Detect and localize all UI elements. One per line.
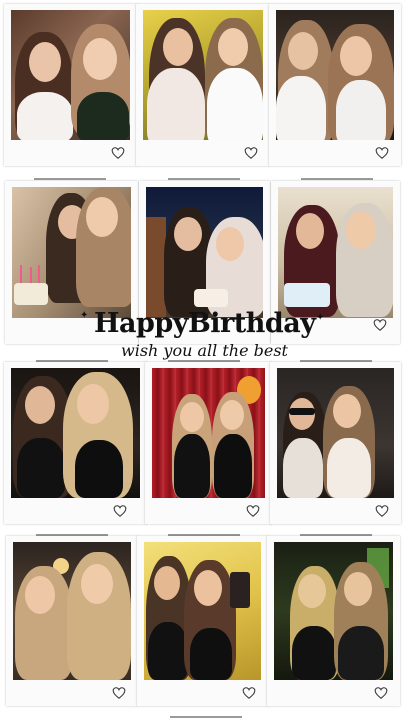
greeting-title: HappyBirthday bbox=[94, 308, 316, 339]
sparkle-icon: ✦ bbox=[80, 310, 89, 321]
photo-mirror-selfie-sunglasses bbox=[277, 368, 394, 498]
photo-black-outfits-dark bbox=[11, 368, 140, 498]
photo-kiss-restaurant bbox=[13, 542, 131, 680]
heart-outline-icon bbox=[112, 687, 126, 699]
polaroid-10 bbox=[6, 536, 138, 706]
polaroid-12 bbox=[267, 536, 400, 706]
photo-tiara-cake-night bbox=[146, 187, 263, 318]
heart-outline-icon bbox=[246, 505, 260, 517]
heart-outline-icon bbox=[375, 147, 389, 159]
heart-outline-icon bbox=[242, 687, 256, 699]
greeting-subtitle: wish you all the best bbox=[121, 341, 288, 360]
heart-outline-icon bbox=[374, 687, 388, 699]
greeting-banner: ✦ HappyBirthday wish you all the best ✦ bbox=[0, 308, 405, 362]
heart-outline-icon bbox=[113, 505, 127, 517]
photo-birthday-cake-hug bbox=[12, 187, 131, 318]
tape-strip bbox=[170, 716, 242, 718]
polaroid-11 bbox=[137, 536, 268, 706]
photo-red-curtain-party bbox=[152, 368, 265, 498]
polaroid-9 bbox=[270, 362, 401, 524]
photo-selfie-white-tops bbox=[11, 10, 130, 140]
heart-outline-icon bbox=[111, 147, 125, 159]
sparkle-icon: ✦ bbox=[316, 312, 325, 323]
tape-strip bbox=[34, 178, 106, 180]
heart-outline-icon bbox=[375, 505, 389, 517]
photo-cake-booth bbox=[278, 187, 393, 318]
photo-white-dresses-garden bbox=[143, 10, 263, 140]
tape-strip bbox=[301, 178, 373, 180]
polaroid-2 bbox=[136, 4, 270, 166]
polaroid-8 bbox=[145, 362, 272, 524]
heart-outline-icon bbox=[244, 147, 258, 159]
polaroid-1 bbox=[4, 4, 137, 166]
tape-strip bbox=[168, 178, 240, 180]
polaroid-3 bbox=[269, 4, 401, 166]
photo-yellow-selfie bbox=[144, 542, 261, 680]
polaroid-7 bbox=[4, 362, 147, 524]
photo-kiss-neon-bar bbox=[274, 542, 393, 680]
heart-outline-icon bbox=[373, 319, 387, 331]
photo-kiss-night-patio bbox=[276, 10, 394, 140]
